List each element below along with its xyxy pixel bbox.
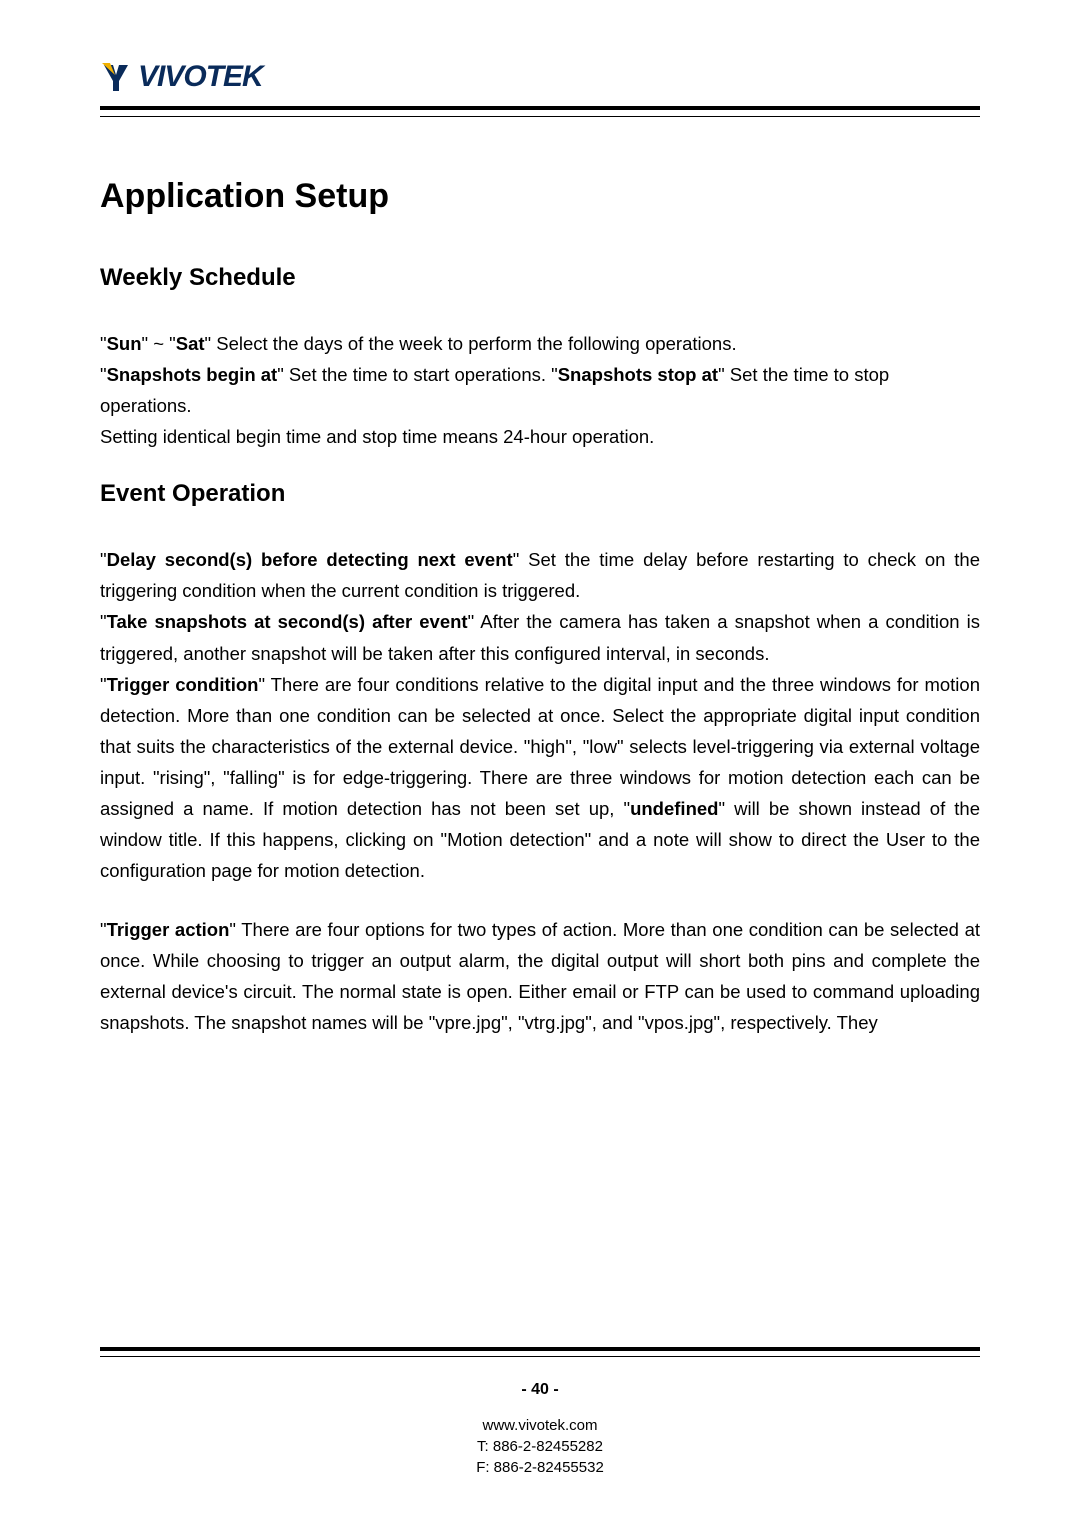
kw-sat: Sat — [176, 333, 205, 354]
footer-tel: T: 886-2-82455282 — [0, 1436, 1080, 1457]
text: Setting identical begin time and stop ti… — [100, 421, 980, 452]
text: " Select the days of the week to perform… — [205, 333, 737, 354]
kw-delay-seconds: Delay second(s) before detecting next ev… — [107, 549, 513, 570]
kw-undefined: undefined — [630, 798, 718, 819]
text: " There are four options for two types o… — [100, 919, 980, 1033]
text: " — [100, 919, 107, 940]
text: " — [100, 364, 107, 385]
section-heading-event: Event Operation — [100, 480, 980, 508]
footer-fax: F: 886-2-82455532 — [0, 1457, 1080, 1478]
kw-snapshots-begin: Snapshots begin at — [107, 364, 278, 385]
text: " — [100, 611, 107, 632]
kw-take-snapshots: Take snapshots at second(s) after event — [107, 611, 468, 632]
page-footer: - 40 - www.vivotek.com T: 886-2-82455282… — [0, 1347, 1080, 1478]
text: " — [100, 333, 107, 354]
kw-sun: Sun — [107, 333, 142, 354]
footer-rule-thin — [100, 1356, 980, 1357]
header-rule-thick — [100, 106, 980, 110]
kw-trigger-action: Trigger action — [107, 919, 230, 940]
page-number: - 40 - — [0, 1381, 1080, 1399]
kw-trigger-condition: Trigger condition — [107, 674, 259, 695]
logo-mark-icon — [100, 61, 132, 93]
section-heading-weekly: Weekly Schedule — [100, 264, 980, 292]
footer-url: www.vivotek.com — [0, 1415, 1080, 1436]
footer-rule-thick — [100, 1347, 980, 1351]
text: " Set the time to start operations. " — [277, 364, 558, 385]
brand-logo: VIVOTEK — [100, 60, 980, 94]
kw-snapshots-stop: Snapshots stop at — [558, 364, 718, 385]
page-title: Application Setup — [100, 177, 980, 216]
text: " — [100, 549, 107, 570]
logo-text: VIVOTEK — [138, 60, 263, 94]
text: " — [100, 674, 107, 695]
text: " ~ " — [142, 333, 176, 354]
event-operation-body-2: "Trigger action" There are four options … — [100, 914, 980, 1038]
event-operation-body-1: "Delay second(s) before detecting next e… — [100, 544, 980, 886]
weekly-schedule-body: "Sun" ~ "Sat" Select the days of the wee… — [100, 328, 980, 452]
